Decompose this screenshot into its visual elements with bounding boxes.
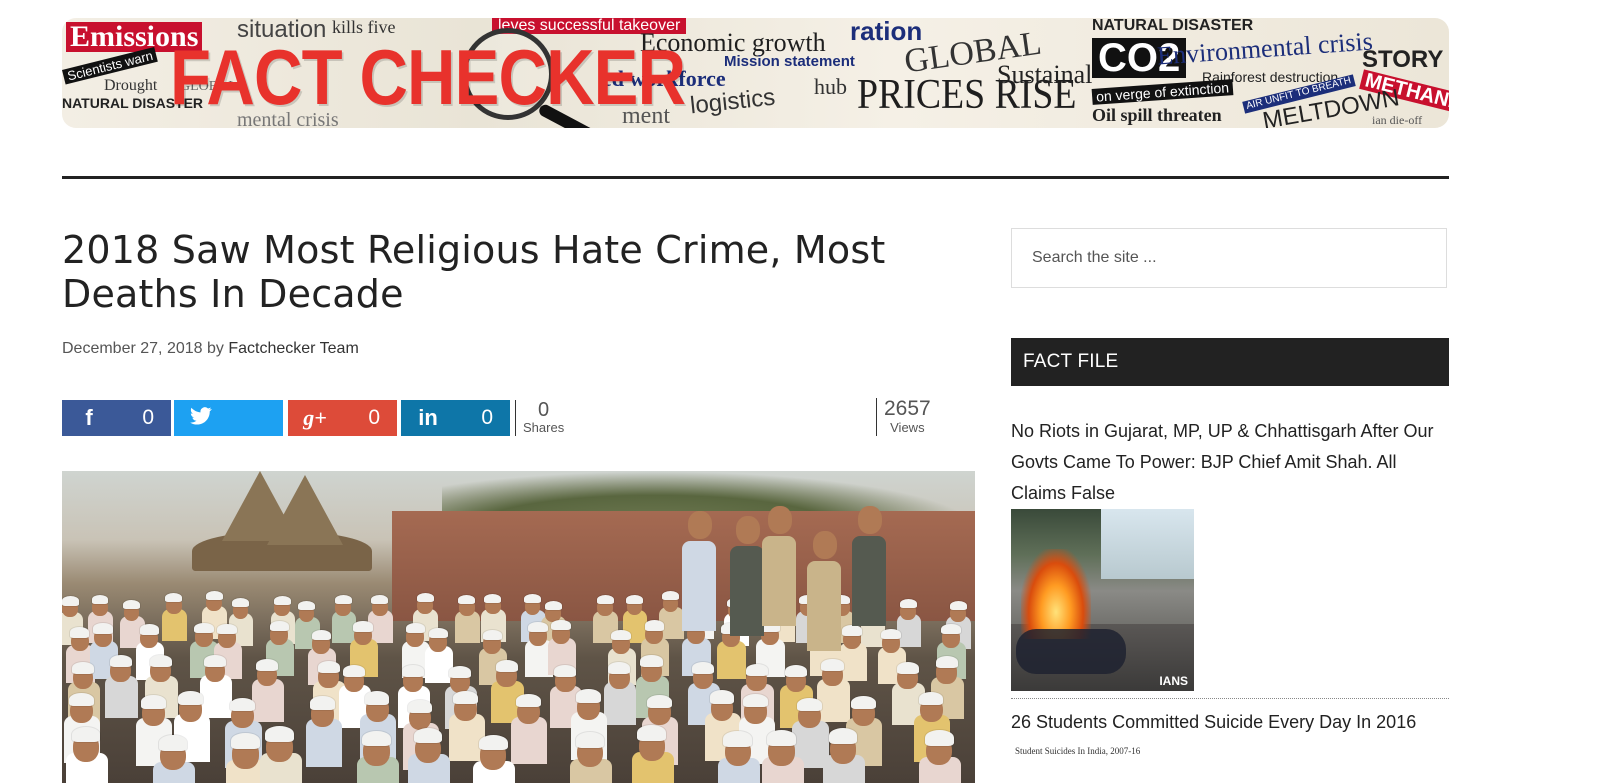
googleplus-icon: g+ — [303, 405, 327, 430]
site-search-input[interactable] — [1011, 228, 1447, 288]
banner-clipping: on verge of extinction — [1091, 79, 1234, 105]
header-divider — [62, 176, 1449, 179]
article-date: December 27, 2018 — [62, 340, 203, 357]
linkedin-share-count: 0 — [481, 406, 493, 429]
fact-file-item-thumbnail[interactable]: IANS — [1011, 509, 1194, 691]
share-total-label: Shares — [523, 420, 565, 435]
linkedin-icon: in — [418, 405, 438, 430]
fact-file-item-title[interactable]: 26 Students Committed Suicide Every Day … — [1011, 707, 1449, 738]
image-credit: IANS — [1159, 674, 1188, 688]
byline-by: by — [206, 340, 224, 357]
banner-clipping: Sustainal — [997, 60, 1093, 89]
banner-clipping: Oil spill threaten — [1092, 105, 1222, 125]
facebook-icon: f — [85, 405, 93, 430]
share-total-count: 0 — [538, 399, 550, 421]
banner-clipping: Drought — [104, 77, 158, 94]
banner-clipping: ration — [850, 18, 923, 46]
view-count: 2657 — [884, 397, 931, 420]
banner-clipping: logistics — [688, 83, 777, 120]
banner-clipping: Mission statement — [724, 53, 855, 70]
googleplus-share-button[interactable]: g+ 0 — [288, 400, 397, 436]
banner-clipping: NATURAL DISASTER — [1092, 18, 1254, 34]
article-meta: December 27, 2018 by Factchecker Team — [62, 340, 359, 358]
fact-file-item-title[interactable]: No Riots in Gujarat, MP, UP & Chhattisga… — [1011, 416, 1449, 509]
googleplus-share-count: 0 — [368, 406, 380, 429]
banner-clipping: Environmental crisis — [1156, 26, 1374, 71]
facebook-share-button[interactable]: f 0 — [62, 400, 171, 436]
twitter-icon — [174, 405, 228, 431]
facebook-share-count: 0 — [142, 406, 154, 429]
fact-file-item-thumbnail[interactable]: Student Suicides In India, 2007-16 — [1011, 744, 1194, 783]
site-logo[interactable]: FACT CHECKER — [170, 38, 686, 116]
chart-thumbnail-title: Student Suicides In India, 2007-16 — [1015, 746, 1141, 756]
fact-file-heading: FACT FILE — [1011, 338, 1449, 386]
banner-clipping: ian die-off — [1372, 113, 1423, 127]
share-total: 0 Shares — [515, 400, 564, 436]
banner-clipping: hub — [814, 74, 847, 99]
twitter-share-button[interactable] — [174, 400, 283, 436]
fact-file-separator — [1011, 698, 1449, 699]
view-counter: 2657 Views — [876, 398, 931, 436]
banner-clipping: STORY — [1362, 46, 1444, 73]
view-count-label: Views — [890, 420, 925, 435]
article-author-link[interactable]: Factchecker Team — [228, 340, 358, 357]
article-title: 2018 Saw Most Religious Hate Crime, Most… — [62, 228, 886, 316]
linkedin-share-button[interactable]: in 0 — [401, 400, 510, 436]
site-banner[interactable]: Emissions situation kills five Scientist… — [62, 18, 1449, 128]
article-featured-image — [62, 471, 975, 783]
